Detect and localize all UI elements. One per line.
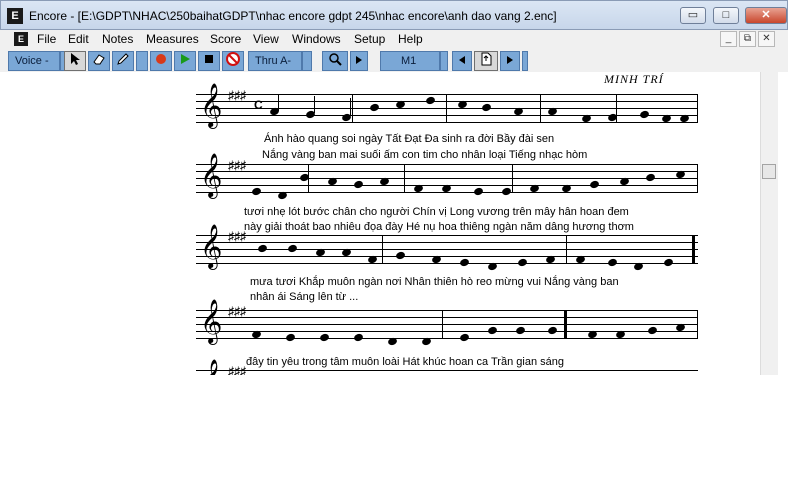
key-signature: ♯♯♯ xyxy=(228,304,246,318)
title-bar[interactable]: E Encore - [E:\GDPT\NHAC\250baihatGDPT\n… xyxy=(0,0,788,30)
empty-area xyxy=(0,375,792,480)
minimize-button[interactable]: ▭ xyxy=(680,7,706,24)
menu-help[interactable]: Help xyxy=(398,32,423,46)
menu-edit[interactable]: Edit xyxy=(68,32,89,46)
scroll-thumb[interactable] xyxy=(762,164,776,179)
vertical-scrollbar[interactable] xyxy=(760,72,778,375)
menu-bar: E File Edit Notes Measures Score View Wi… xyxy=(0,30,788,51)
treble-clef-icon: 𝄞 xyxy=(200,153,223,197)
magnifier-icon[interactable] xyxy=(322,51,348,71)
play-icon[interactable] xyxy=(174,51,196,71)
lyric-line: nhân ái Sáng lên từ ... xyxy=(250,291,359,303)
treble-clef-icon: 𝄞 xyxy=(200,83,223,127)
doc-close-button[interactable]: ✕ xyxy=(758,31,775,47)
doc-minimize-button[interactable]: _ xyxy=(720,31,737,47)
stop-icon[interactable] xyxy=(198,51,220,71)
measure-spacer xyxy=(440,51,448,71)
lyric-line: Nắng vàng ban mai suối ấm con tim cho nh… xyxy=(262,149,588,161)
toolbar: Voice - Thru A- M1 xyxy=(0,50,788,72)
menu-windows[interactable]: Windows xyxy=(292,32,341,46)
voice-selector[interactable]: Voice - xyxy=(8,51,60,71)
app-icon[interactable]: E xyxy=(7,8,23,24)
key-signature: ♯♯♯ xyxy=(228,88,246,102)
score-canvas[interactable]: MINH TRÍ 𝄞 ♯♯♯ C Ánh hào quang soi ngày … xyxy=(0,72,760,375)
measure-label: M1 xyxy=(401,55,417,67)
eraser-icon[interactable] xyxy=(88,51,110,71)
menu-notes[interactable]: Notes xyxy=(102,32,133,46)
key-signature: ♯♯♯ xyxy=(228,364,246,375)
pencil-icon[interactable] xyxy=(112,51,134,71)
menu-score[interactable]: Score xyxy=(210,32,241,46)
lyric-line: đây tin yêu trong tâm muôn loài Hát khúc… xyxy=(246,356,564,368)
key-signature: ♯♯♯ xyxy=(228,158,246,172)
lyric-line: Ánh hào quang soi ngày Tất Đạt Đa sinh r… xyxy=(264,133,555,145)
treble-clef-icon: 𝄞 xyxy=(200,299,223,343)
toolbar-end xyxy=(522,51,528,71)
menu-measures[interactable]: Measures xyxy=(146,32,199,46)
treble-clef-icon: 𝄞 xyxy=(200,224,223,268)
thru-selector[interactable]: Thru A- xyxy=(248,51,302,71)
prev-icon[interactable] xyxy=(452,51,472,71)
composer-name: MINH TRÍ xyxy=(604,72,664,86)
lyric-line: này giải thoát bao nhiêu đọa đày Hé nụ h… xyxy=(244,221,634,233)
time-signature-icon: C xyxy=(254,98,263,112)
document-icon[interactable]: E xyxy=(14,32,28,46)
record-icon[interactable] xyxy=(150,51,172,71)
key-signature: ♯♯♯ xyxy=(228,229,246,243)
mute-icon[interactable] xyxy=(222,51,244,71)
staff-2[interactable]: 𝄞 ♯♯♯ xyxy=(196,156,698,201)
treble-clef-icon: 𝄞 xyxy=(200,362,222,375)
close-button[interactable]: ✕ xyxy=(745,7,787,24)
arrow-pointer-icon[interactable] xyxy=(64,51,86,71)
staff-4[interactable]: 𝄞 ♯♯♯ xyxy=(196,302,698,347)
doc-restore-button[interactable]: ⧉ xyxy=(739,31,756,47)
window-title: Encore - [E:\GDPT\NHAC\250baihatGDPT\nha… xyxy=(29,9,557,23)
lyric-line: mưa tươi Khắp muôn ngàn nơi Nhân thiên h… xyxy=(250,276,619,288)
menu-file[interactable]: File xyxy=(37,32,56,46)
staff-3[interactable]: 𝄞 ♯♯♯ xyxy=(196,227,698,272)
lyric-line: tươi nhẹ lót bước chân cho người Chín vị… xyxy=(244,206,629,218)
page-icon[interactable] xyxy=(474,51,498,71)
thru-dropdown[interactable] xyxy=(302,51,312,71)
prev-zoom-icon[interactable] xyxy=(350,51,368,71)
staff-1[interactable]: 𝄞 ♯♯♯ C xyxy=(196,86,698,127)
menu-view[interactable]: View xyxy=(253,32,279,46)
toolbar-separator xyxy=(136,51,148,71)
maximize-button[interactable]: □ xyxy=(713,7,739,24)
measure-indicator[interactable]: M1 xyxy=(380,51,440,71)
voice-label: Voice - xyxy=(15,55,49,67)
next-icon[interactable] xyxy=(500,51,520,71)
thru-label: Thru A- xyxy=(255,55,292,67)
menu-setup[interactable]: Setup xyxy=(354,32,385,46)
